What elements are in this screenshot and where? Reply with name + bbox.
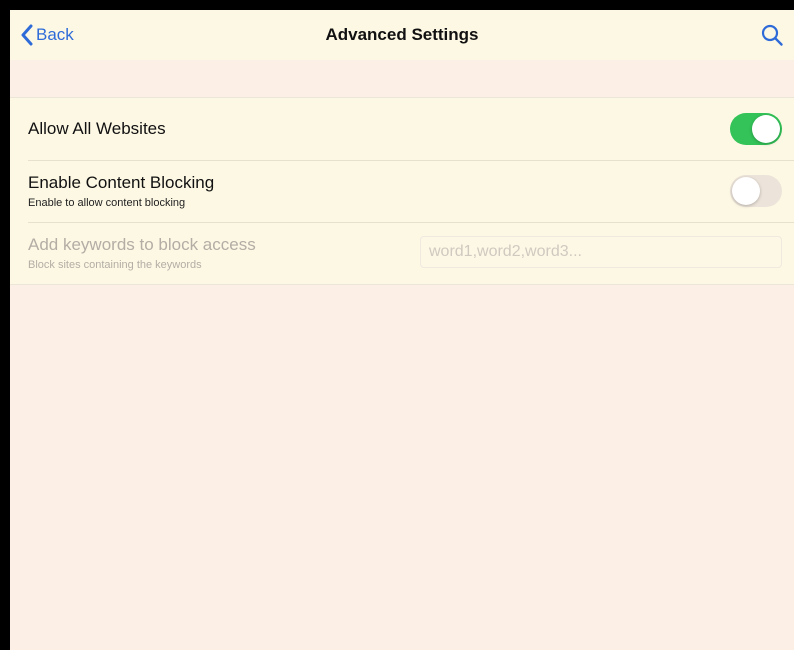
setting-title: Add keywords to block access <box>28 235 256 254</box>
toggle-knob <box>732 177 760 205</box>
search-icon <box>761 24 783 46</box>
content-blocking-toggle[interactable] <box>730 175 782 207</box>
setting-row-block-keywords: Add keywords to block access Block sites… <box>10 222 794 284</box>
search-button[interactable] <box>760 23 784 47</box>
setting-title: Allow All Websites <box>28 119 166 138</box>
toggle-knob <box>752 115 780 143</box>
page-title: Advanced Settings <box>325 25 479 44</box>
setting-row-allow-all-websites: Allow All Websites <box>10 98 794 160</box>
setting-subtitle: Enable to allow content blocking <box>28 197 186 209</box>
setting-title: Enable Content Blocking <box>28 173 215 192</box>
setting-row-enable-content-blocking: Enable Content Blocking Enable to allow … <box>10 160 794 222</box>
navigation-bar: Back Advanced Settings <box>10 10 794 60</box>
app-screen: Back Advanced Settings Allow All Website… <box>10 10 794 650</box>
keywords-input[interactable] <box>420 236 782 268</box>
settings-group: Allow All Websites Enable Content Blocki… <box>10 97 794 285</box>
allow-all-websites-toggle[interactable] <box>730 113 782 145</box>
setting-subtitle: Block sites containing the keywords <box>28 259 202 271</box>
